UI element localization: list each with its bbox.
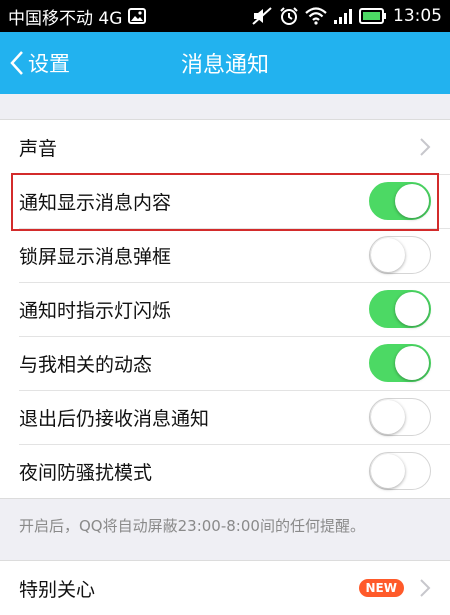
navigation-bar: 设置 消息通知: [0, 32, 450, 94]
chevron-right-icon: [420, 579, 431, 597]
setting-label: 声音: [19, 137, 58, 160]
image-icon: [128, 8, 147, 24]
setting-label: 通知显示消息内容: [19, 191, 172, 214]
wifi-icon: [305, 7, 327, 25]
carrier-label: 中国移不动 4G: [8, 8, 123, 29]
toggle-knob: [395, 346, 429, 380]
toggle-knob: [395, 292, 429, 326]
night-mode-toggle[interactable]: [369, 452, 431, 490]
setting-row-show-content: 通知显示消息内容: [0, 174, 450, 228]
signal-icon: [333, 7, 353, 25]
toggle-knob: [371, 400, 405, 434]
night-mode-note: 开启后，QQ将自动屏蔽23:00-8:00间的任何提醒。: [19, 517, 365, 535]
lockscreen-popup-toggle[interactable]: [369, 236, 431, 274]
special-care-group: 特别关心 NEW: [0, 560, 450, 615]
new-badge: NEW: [358, 579, 404, 597]
setting-row-lockscreen-popup: 锁屏显示消息弹框: [0, 228, 450, 282]
battery-icon: [359, 8, 387, 24]
section-spacer: [0, 94, 450, 119]
setting-row-related-activity: 与我相关的动态: [0, 336, 450, 390]
mute-icon: [251, 6, 273, 26]
setting-row-night-mode: 夜间防骚扰模式: [0, 444, 450, 498]
setting-label: 与我相关的动态: [19, 353, 153, 376]
back-button[interactable]: 设置: [10, 32, 70, 94]
related-activity-toggle[interactable]: [369, 344, 431, 382]
setting-label: 退出后仍接收消息通知: [19, 407, 210, 430]
setting-row-receive-after-exit: 退出后仍接收消息通知: [0, 390, 450, 444]
toggle-knob: [395, 184, 429, 218]
setting-label: 特别关心: [19, 578, 96, 601]
setting-label: 锁屏显示消息弹框: [19, 245, 172, 268]
show-content-toggle[interactable]: [369, 182, 431, 220]
setting-label: 夜间防骚扰模式: [19, 461, 153, 484]
setting-row-sound[interactable]: 声音: [0, 120, 450, 174]
status-bar: 中国移不动 4G 13:05: [0, 0, 450, 32]
setting-row-indicator-light: 通知时指示灯闪烁: [0, 282, 450, 336]
indicator-light-toggle[interactable]: [369, 290, 431, 328]
chevron-left-icon: [10, 50, 24, 76]
receive-after-exit-toggle[interactable]: [369, 398, 431, 436]
toggle-knob: [371, 238, 405, 272]
setting-row-special-care[interactable]: 特别关心 NEW: [0, 561, 450, 615]
setting-label: 通知时指示灯闪烁: [19, 299, 172, 322]
toggle-knob: [371, 454, 405, 488]
notification-settings-list: 声音 通知显示消息内容 锁屏显示消息弹框 通知时指示灯闪烁 与我相关的动态 退出…: [0, 119, 450, 499]
clock: 13:05: [393, 6, 442, 26]
chevron-right-icon: [420, 138, 431, 156]
alarm-icon: [279, 6, 299, 26]
back-label: 设置: [28, 52, 70, 76]
